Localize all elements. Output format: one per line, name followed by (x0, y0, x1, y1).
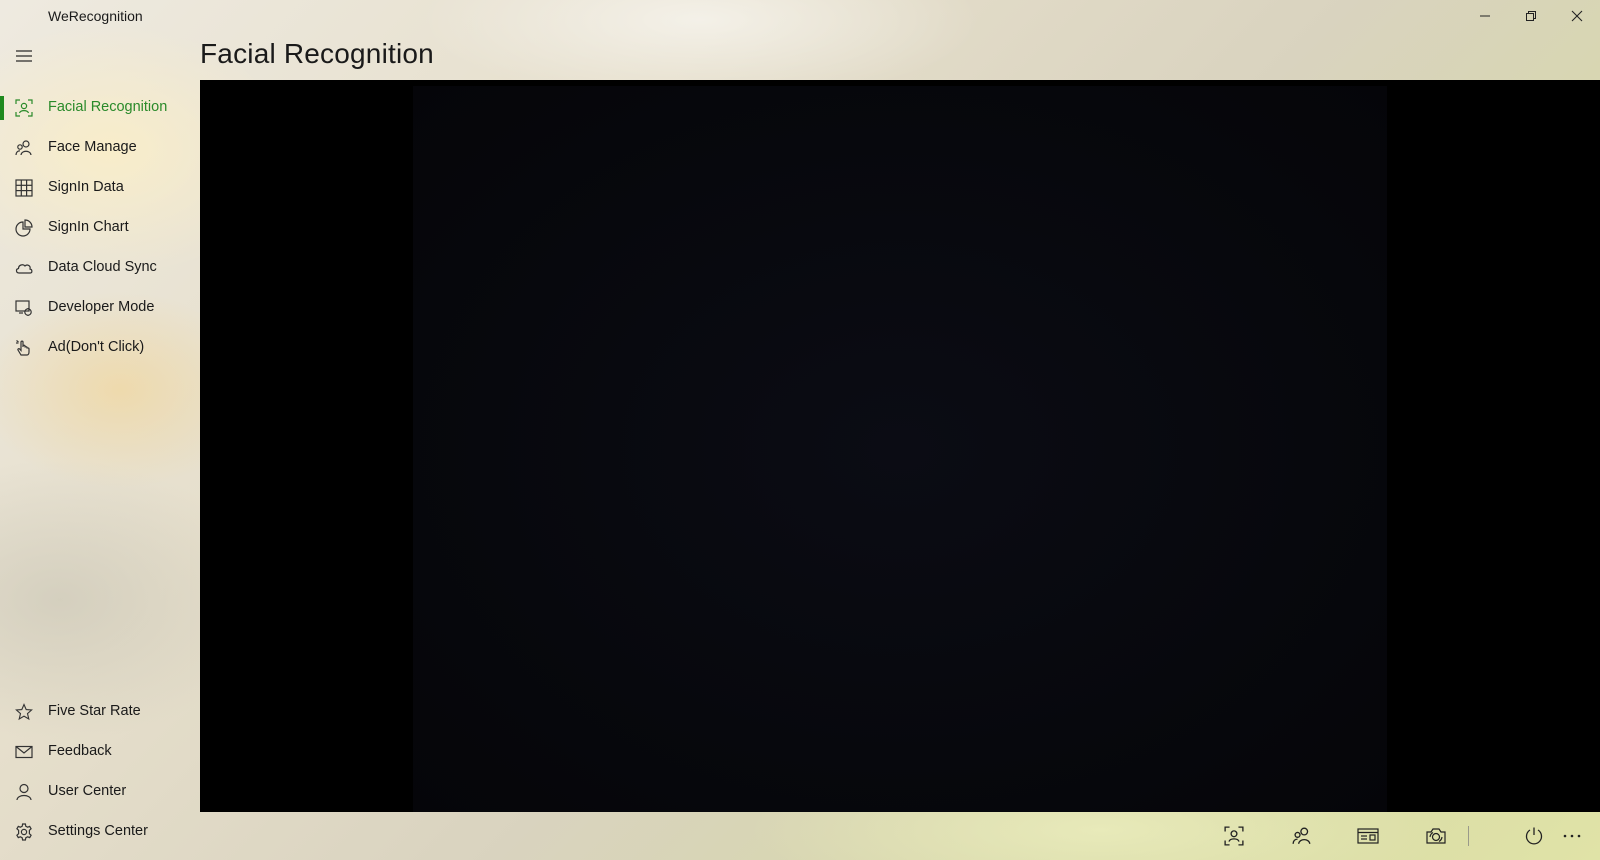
nav-item-ad[interactable]: Ad(Don't Click) (0, 328, 200, 368)
people-icon (1292, 826, 1312, 846)
nav-item-face-manage[interactable]: Face Manage (0, 128, 200, 168)
camera-preview (200, 80, 1600, 812)
camera-switch-button[interactable] (1416, 820, 1456, 852)
power-icon (1524, 826, 1544, 846)
nav-item-five-star-rate[interactable]: Five Star Rate (0, 692, 200, 732)
face-scan-icon (14, 99, 34, 117)
nav-item-label: Face Manage (48, 139, 137, 155)
minimize-icon (1479, 10, 1491, 22)
more-button[interactable] (1552, 820, 1592, 852)
nav-menu: Facial Recognition Face Manage SignIn Da… (0, 88, 200, 368)
nav-item-label: Ad(Don't Click) (48, 339, 145, 355)
nav-item-label: User Center (48, 783, 127, 799)
command-separator (1468, 826, 1469, 846)
camera-switch-icon (1425, 826, 1447, 846)
power-button[interactable] (1514, 820, 1554, 852)
nav-item-label: SignIn Data (48, 179, 124, 195)
selection-indicator (0, 96, 4, 120)
nav-item-label: SignIn Chart (48, 219, 129, 235)
gear-icon (14, 823, 34, 841)
star-icon (14, 703, 34, 721)
nav-item-signin-data[interactable]: SignIn Data (0, 168, 200, 208)
id-card-button[interactable] (1348, 820, 1388, 852)
id-card-icon (1357, 827, 1379, 845)
close-icon (1571, 10, 1583, 22)
restore-icon (1525, 10, 1537, 22)
face-scan-icon (1224, 826, 1244, 846)
nav-item-label: Data Cloud Sync (48, 259, 157, 275)
nav-item-label: Settings Center (48, 823, 148, 839)
nav-footer: Five Star Rate Feedback User Center Sett… (0, 692, 200, 852)
hamburger-icon (16, 50, 32, 62)
nav-item-developer-mode[interactable]: Developer Mode (0, 288, 200, 328)
nav-item-feedback[interactable]: Feedback (0, 732, 200, 772)
nav-item-label: Facial Recognition (48, 99, 168, 115)
mail-icon (14, 743, 34, 761)
title-bar: WeRecognition (0, 0, 1600, 34)
hamburger-menu-button[interactable] (12, 44, 36, 68)
face-scan-button[interactable] (1214, 820, 1254, 852)
nav-item-label: Feedback (48, 743, 112, 759)
nav-item-settings-center[interactable]: Settings Center (0, 812, 200, 852)
app-title: WeRecognition (48, 8, 143, 24)
developer-icon (14, 299, 34, 317)
cloud-icon (14, 259, 34, 277)
minimize-button[interactable] (1462, 0, 1508, 32)
people-icon (14, 139, 34, 157)
more-icon (1562, 833, 1582, 839)
close-button[interactable] (1554, 0, 1600, 32)
maximize-button[interactable] (1508, 0, 1554, 32)
nav-item-user-center[interactable]: User Center (0, 772, 200, 812)
pie-chart-icon (14, 219, 34, 237)
nav-item-facial-recognition[interactable]: Facial Recognition (0, 88, 200, 128)
people-button[interactable] (1282, 820, 1322, 852)
user-icon (14, 783, 34, 801)
camera-feed (413, 86, 1387, 812)
nav-item-label: Developer Mode (48, 299, 155, 315)
grid-table-icon (14, 179, 34, 197)
nav-item-data-cloud-sync[interactable]: Data Cloud Sync (0, 248, 200, 288)
touch-hand-icon (14, 339, 34, 357)
nav-item-label: Five Star Rate (48, 703, 141, 719)
nav-item-signin-chart[interactable]: SignIn Chart (0, 208, 200, 248)
command-bar (200, 812, 1600, 860)
page-title: Facial Recognition (200, 38, 434, 69)
